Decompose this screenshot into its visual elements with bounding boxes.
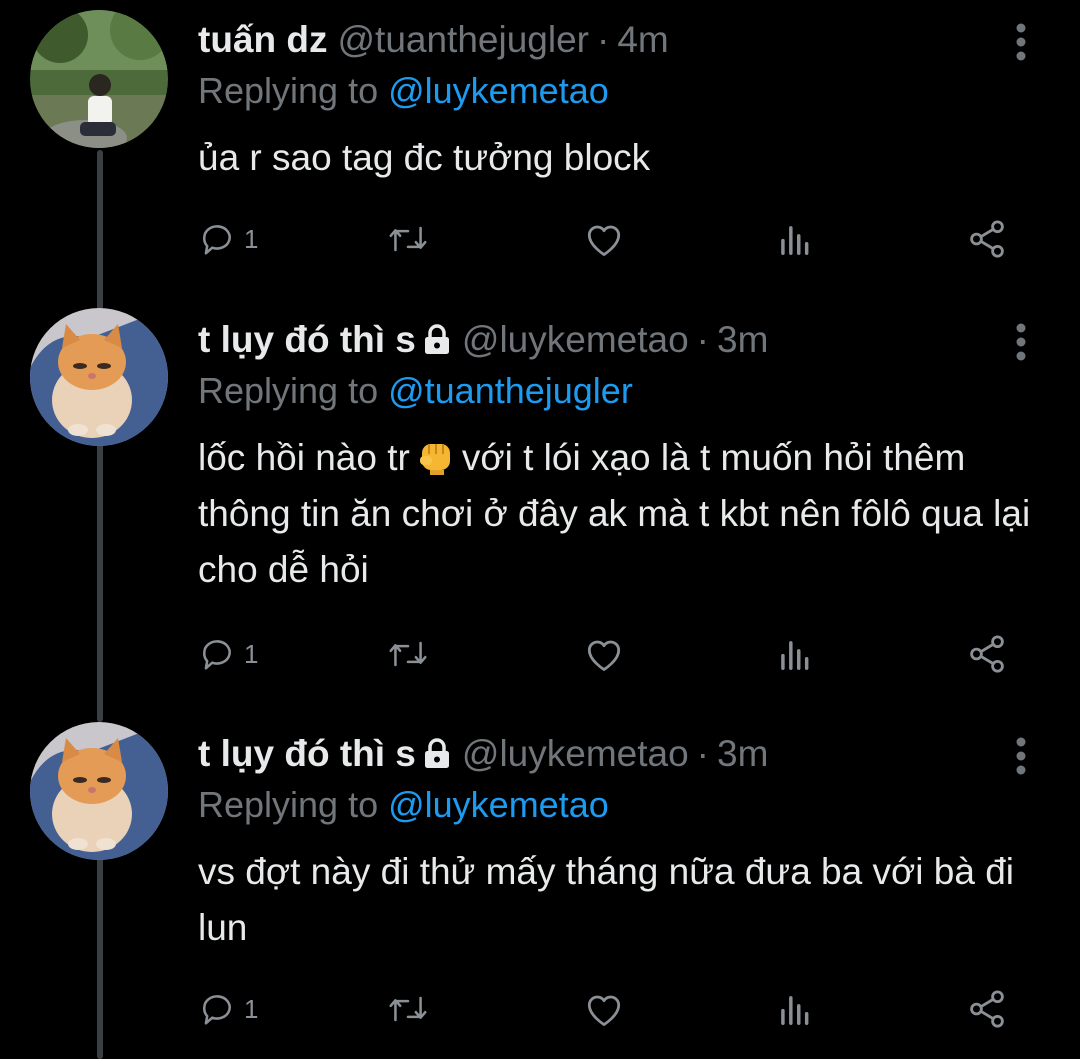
replying-label: Replying to xyxy=(198,784,379,825)
retweet-icon xyxy=(389,226,427,252)
timestamp[interactable]: 3m xyxy=(717,733,768,775)
display-name[interactable]: tuấn dz xyxy=(198,19,327,61)
mention-link[interactable]: @tuanthejugler xyxy=(388,370,633,411)
tweet[interactable]: t lụy đó thì s @luykemetao · 3m Replying… xyxy=(0,308,1080,694)
mention-link[interactable]: @luykemetao xyxy=(388,70,609,111)
tweet-text-content: vs đợt này đi thử mấy tháng nữa đưa ba v… xyxy=(198,851,1014,948)
separator-dot: · xyxy=(696,733,709,774)
more-vertical-icon[interactable] xyxy=(1010,734,1032,778)
reply-count: 1 xyxy=(244,993,259,1024)
cat-photo-avatar xyxy=(30,722,168,860)
timestamp[interactable]: 3m xyxy=(717,319,768,361)
tweet-text: vs đợt này đi thử mấy tháng nữa đưa ba v… xyxy=(198,844,1038,956)
views-icon xyxy=(781,996,809,1025)
replying-label: Replying to xyxy=(198,70,379,111)
views-icon xyxy=(781,226,809,255)
handle[interactable]: @tuanthejugler xyxy=(337,19,589,61)
tweet[interactable]: t lụy đó thì s @luykemetao · 3m Replying… xyxy=(0,722,1080,1059)
like-button[interactable] xyxy=(583,629,625,679)
retweet-icon xyxy=(389,996,427,1022)
reply-button[interactable]: 1 xyxy=(198,984,258,1034)
tweet-header: tuấn dz @tuanthejugler · 4m xyxy=(198,14,669,66)
reply-icon xyxy=(203,640,231,670)
reply-count: 1 xyxy=(244,638,259,669)
lock-icon xyxy=(424,324,449,354)
like-button[interactable] xyxy=(583,984,625,1034)
person-photo-avatar xyxy=(30,10,168,148)
tweet-text-content: ủa r sao tag đc tưởng block xyxy=(198,137,651,178)
retweet-button[interactable] xyxy=(386,629,430,679)
share-icon xyxy=(970,635,1004,673)
separator-dot: · xyxy=(597,19,610,60)
oncoming-fist-icon xyxy=(419,444,450,475)
replying-to: Replying to @luykemetao xyxy=(198,70,609,112)
tweet-header: t lụy đó thì s @luykemetao · 3m xyxy=(198,314,768,366)
tweet-header: t lụy đó thì s @luykemetao · 3m xyxy=(198,728,768,780)
avatar[interactable] xyxy=(30,308,168,446)
like-button[interactable] xyxy=(583,214,625,264)
reply-icon xyxy=(203,995,231,1025)
share-button[interactable] xyxy=(966,629,1008,679)
avatar[interactable] xyxy=(30,10,168,148)
heart-icon xyxy=(587,995,621,1026)
share-icon xyxy=(970,990,1004,1028)
views-button[interactable] xyxy=(776,629,812,679)
replying-label: Replying to xyxy=(198,370,379,411)
tweet-actions: 1 xyxy=(198,214,1018,264)
retweet-button[interactable] xyxy=(386,984,430,1034)
reply-icon xyxy=(203,225,231,255)
replying-to: Replying to @tuanthejugler xyxy=(198,370,633,412)
replying-to: Replying to @luykemetao xyxy=(198,784,609,826)
mention-link[interactable]: @luykemetao xyxy=(388,784,609,825)
tweet-actions: 1 xyxy=(198,984,1018,1034)
separator-dot: · xyxy=(696,319,709,360)
share-icon xyxy=(970,220,1004,258)
avatar[interactable] xyxy=(30,722,168,860)
views-button[interactable] xyxy=(776,214,812,264)
more-vertical-icon[interactable] xyxy=(1010,20,1032,64)
reply-button[interactable]: 1 xyxy=(198,629,258,679)
views-icon xyxy=(781,641,809,670)
handle[interactable]: @luykemetao xyxy=(462,319,689,361)
reply-button[interactable]: 1 xyxy=(198,214,258,264)
heart-icon xyxy=(587,640,621,671)
tweet-actions: 1 xyxy=(198,629,1018,679)
share-button[interactable] xyxy=(966,214,1008,264)
tweet-text: lốc hồi nào tr với t lói xạo là t muốn hỏ… xyxy=(198,430,1038,598)
retweet-icon xyxy=(389,641,427,667)
tweet-text: ủa r sao tag đc tưởng block xyxy=(198,130,1038,186)
tweet-text-content: lốc hồi nào tr xyxy=(198,437,410,478)
reply-count: 1 xyxy=(244,223,259,254)
handle[interactable]: @luykemetao xyxy=(462,733,689,775)
tweet[interactable]: tuấn dz @tuanthejugler · 4m Replying to @… xyxy=(0,10,1080,294)
retweet-button[interactable] xyxy=(386,214,430,264)
cat-photo-avatar xyxy=(30,308,168,446)
share-button[interactable] xyxy=(966,984,1008,1034)
views-button[interactable] xyxy=(776,984,812,1034)
display-name[interactable]: t lụy đó thì s xyxy=(198,319,416,361)
display-name[interactable]: t lụy đó thì s xyxy=(198,733,416,775)
heart-icon xyxy=(587,225,621,256)
timestamp[interactable]: 4m xyxy=(617,19,668,61)
more-vertical-icon[interactable] xyxy=(1010,320,1032,364)
lock-icon xyxy=(424,738,449,768)
